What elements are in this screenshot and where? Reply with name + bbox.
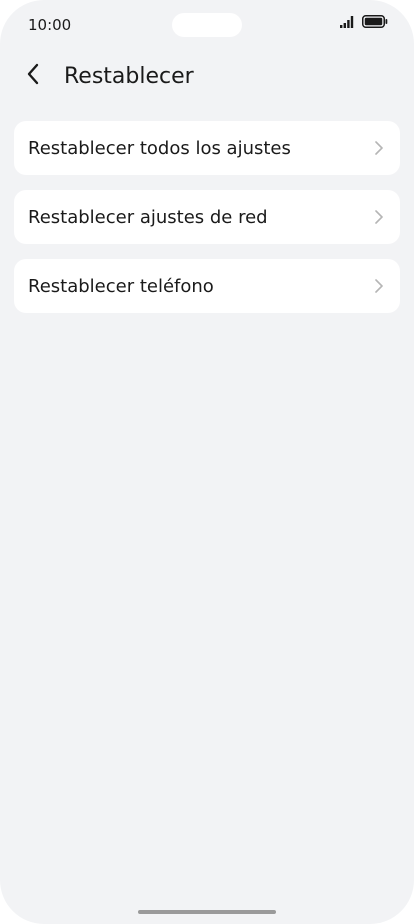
chevron-right-icon	[374, 209, 384, 225]
chevron-left-icon	[26, 63, 40, 90]
chevron-right-icon	[374, 278, 384, 294]
status-time: 10:00	[28, 16, 72, 34]
chevron-right-icon	[374, 140, 384, 156]
header: Restablecer	[0, 56, 414, 96]
home-indicator[interactable]	[138, 910, 276, 914]
back-button[interactable]	[26, 56, 66, 96]
list-item-label: Restablecer teléfono	[28, 275, 214, 297]
phone-screen: 10:00 Restablecer Restablecer todos los …	[0, 0, 414, 924]
status-bar: 10:00	[0, 0, 414, 48]
signal-icon	[340, 15, 356, 33]
camera-notch	[172, 13, 242, 37]
battery-icon	[362, 15, 388, 33]
reset-phone-item[interactable]: Restablecer teléfono	[14, 259, 400, 313]
reset-all-settings-item[interactable]: Restablecer todos los ajustes	[14, 121, 400, 175]
page-title: Restablecer	[64, 63, 194, 89]
list-item-label: Restablecer ajustes de red	[28, 206, 268, 228]
status-icons	[340, 15, 388, 33]
reset-network-settings-item[interactable]: Restablecer ajustes de red	[14, 190, 400, 244]
reset-options-list: Restablecer todos los ajustes Restablece…	[14, 121, 400, 328]
list-item-label: Restablecer todos los ajustes	[28, 137, 291, 159]
